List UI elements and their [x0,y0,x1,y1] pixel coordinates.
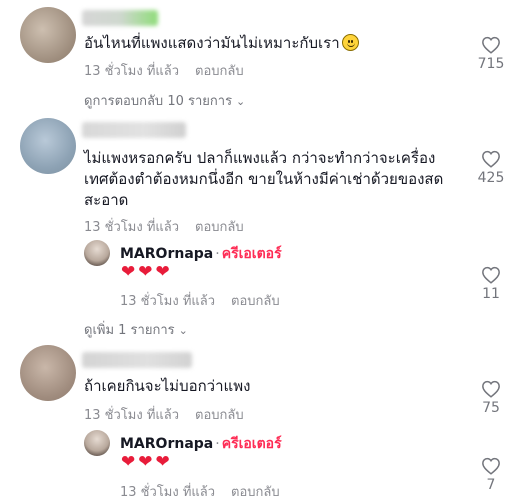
like-button[interactable]: 7 [471,457,511,493]
heart-outline-icon [482,457,500,475]
comment-text: ถ้าเคยกินจะไม่บอกว่าแพง [84,377,251,395]
commenter-avatar[interactable] [20,7,76,63]
commenter-avatar[interactable] [20,345,76,401]
like-button[interactable]: 425 [471,150,511,186]
like-button[interactable]: 715 [471,36,511,72]
reply-time: 13 ชั่วโมง ที่แล้ว [120,485,216,500]
creator-avatar[interactable] [84,430,110,456]
reply-button[interactable]: ตอบกลับ [195,408,244,423]
like-count: 75 [482,400,500,416]
like-count: 7 [486,477,496,493]
comment-meta: 13 ชั่วโมง ที่แล้ว ตอบกลับ [84,60,244,81]
reply-meta: 13 ชั่วโมง ที่แล้ว ตอบกลับ [120,481,280,502]
comment-time: 13 ชั่วโมง ที่แล้ว [84,408,180,423]
creator-username[interactable]: MAROrnapa [120,246,213,262]
creator-avatar[interactable] [84,240,110,266]
comment-text: ไม่แพงหรอกครับ ปลาก็แพงแล้ว กว่าจะทำกว่า… [84,149,444,209]
heart-outline-icon [482,150,500,168]
comment-time: 13 ชั่วโมง ที่แล้ว [84,220,180,235]
like-count: 11 [482,286,500,302]
smile-emoji-icon [341,34,359,51]
reply-time: 13 ชั่วโมง ที่แล้ว [120,294,216,309]
comment-meta: 13 ชั่วโมง ที่แล้ว ตอบกลับ [84,216,244,237]
creator-username[interactable]: MAROrnapa [120,436,213,452]
reply-hearts-emoji: ❤❤❤ [121,452,173,472]
reply-button[interactable]: ตอบกลับ [231,294,280,309]
like-count: 425 [477,170,505,186]
reply-button[interactable]: ตอบกลับ [195,64,244,79]
commenter-avatar[interactable] [20,118,76,174]
commenter-username[interactable] [82,10,158,26]
heart-outline-icon [482,36,500,54]
view-more-replies-button[interactable]: ดูเพิ่ม 1 รายการ ⌄ [84,319,188,340]
reply-hearts-emoji: ❤❤❤ [121,262,173,282]
heart-outline-icon [482,266,500,284]
reply-button[interactable]: ตอบกลับ [231,485,280,500]
comment-meta: 13 ชั่วโมง ที่แล้ว ตอบกลับ [84,404,244,425]
commenter-username[interactable] [82,122,186,138]
comment-text: อันไหนที่แพงแสดงว่ามันไม่เหมาะกับเรา [84,33,359,54]
comment-time: 13 ชั่วโมง ที่แล้ว [84,64,180,79]
like-count: 715 [477,56,505,72]
creator-badge: ครีเอเตอร์ [221,436,282,452]
commenter-username[interactable] [82,352,192,368]
reply-button[interactable]: ตอบกลับ [195,220,244,235]
view-replies-button[interactable]: ดูการตอบกลับ 10 รายการ ⌄ [84,90,245,111]
chevron-down-icon: ⌄ [178,324,188,337]
chevron-down-icon: ⌄ [236,95,246,108]
heart-outline-icon [482,380,500,398]
like-button[interactable]: 11 [471,266,511,302]
creator-badge: ครีเอเตอร์ [221,246,282,262]
reply-meta: 13 ชั่วโมง ที่แล้ว ตอบกลับ [120,290,280,311]
like-button[interactable]: 75 [471,380,511,416]
